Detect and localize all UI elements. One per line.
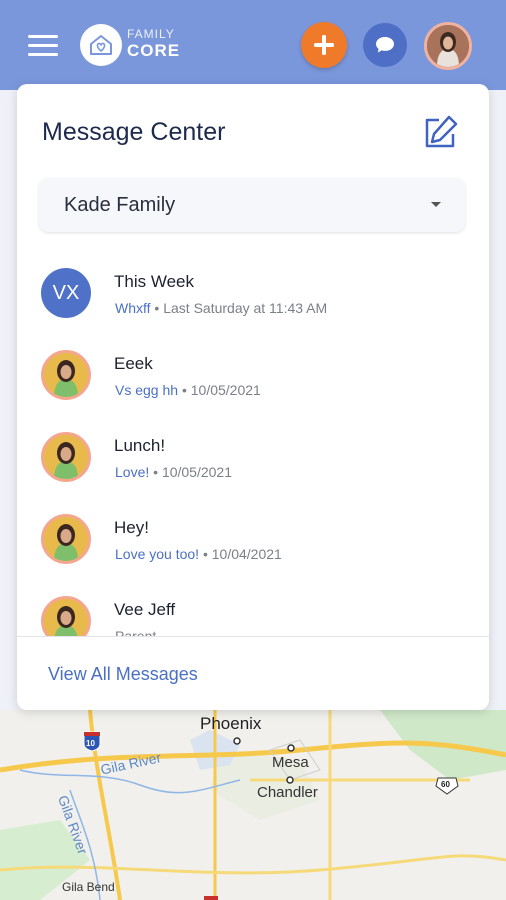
divider xyxy=(17,636,489,637)
message-time: 10/04/2021 xyxy=(211,546,282,562)
map-label-phoenix: Phoenix xyxy=(200,714,262,733)
message-item[interactable]: Hey! Love you too! • 10/04/2021 xyxy=(17,498,489,580)
family-dropdown[interactable]: Kade Family xyxy=(39,178,465,232)
avatar: VX xyxy=(41,268,91,318)
chevron-down-icon xyxy=(431,202,441,207)
message-item[interactable]: Lunch! Love! • 10/05/2021 xyxy=(17,416,489,498)
add-button[interactable] xyxy=(301,22,347,68)
message-meta: Love! • 10/05/2021 xyxy=(115,464,233,480)
user-avatar[interactable] xyxy=(424,22,472,70)
messages-button[interactable] xyxy=(363,23,407,67)
compose-message-button[interactable] xyxy=(421,114,459,152)
avatar xyxy=(41,514,91,564)
message-preview: Love! xyxy=(115,464,150,480)
message-time: Parent xyxy=(115,628,157,636)
interstate-shield-label: 10 xyxy=(86,739,95,748)
avatar xyxy=(41,596,91,636)
us-route-shield-label: 60 xyxy=(441,780,450,789)
map-label-chandler: Chandler xyxy=(257,784,318,801)
message-preview: Love you too! xyxy=(115,546,200,562)
chat-bubble-icon xyxy=(376,37,394,53)
map[interactable]: Phoenix Mesa Chandler Gila River Gila Ri… xyxy=(0,710,506,900)
message-preview: Vs egg hh xyxy=(115,382,179,398)
message-subject: Hey! xyxy=(114,518,149,537)
message-item[interactable]: Eeek Vs egg hh • 10/05/2021 xyxy=(17,334,489,416)
logo-wordmark: FAMILY CORE xyxy=(127,28,180,59)
message-subject: Eeek xyxy=(114,354,153,373)
map-label-mesa: Mesa xyxy=(272,754,309,771)
compose-icon xyxy=(425,115,458,148)
family-dropdown-value: Kade Family xyxy=(64,194,176,216)
message-subject: Vee Jeff xyxy=(114,600,176,619)
message-preview: Whxff xyxy=(115,300,151,316)
message-center-panel: Message Center Kade Family VX This Week … xyxy=(17,84,489,710)
message-time: 10/05/2021 xyxy=(190,382,261,398)
menu-icon[interactable] xyxy=(28,35,58,57)
logo-line-family: FAMILY xyxy=(127,27,175,41)
message-subject: Lunch! xyxy=(114,436,166,455)
plus-icon xyxy=(314,35,334,55)
message-time: 10/05/2021 xyxy=(161,464,233,480)
message-meta: Parent xyxy=(115,628,156,636)
message-subject: This Week xyxy=(114,272,194,291)
panel-title: Message Center xyxy=(42,118,226,146)
message-time: Last Saturday at 11:43 AM xyxy=(163,300,328,316)
message-list[interactable]: VX This Week Whxff • Last Saturday at 11… xyxy=(17,252,489,636)
message-meta: Whxff • Last Saturday at 11:43 AM xyxy=(115,300,328,316)
avatar xyxy=(41,432,91,482)
map-label-gila-bend: Gila Bend xyxy=(62,880,115,894)
top-app-bar: FAMILY CORE xyxy=(0,0,506,90)
family-core-logo-icon xyxy=(80,24,122,66)
message-item[interactable]: Vee Jeff Parent xyxy=(17,580,489,636)
logo-line-core: CORE xyxy=(127,41,181,60)
view-all-messages-link[interactable]: View All Messages xyxy=(48,664,198,685)
message-item[interactable]: VX This Week Whxff • Last Saturday at 11… xyxy=(17,252,489,334)
avatar xyxy=(41,350,91,400)
message-meta: Love you too! • 10/04/2021 xyxy=(115,546,282,562)
message-meta: Vs egg hh • 10/05/2021 xyxy=(115,382,261,398)
